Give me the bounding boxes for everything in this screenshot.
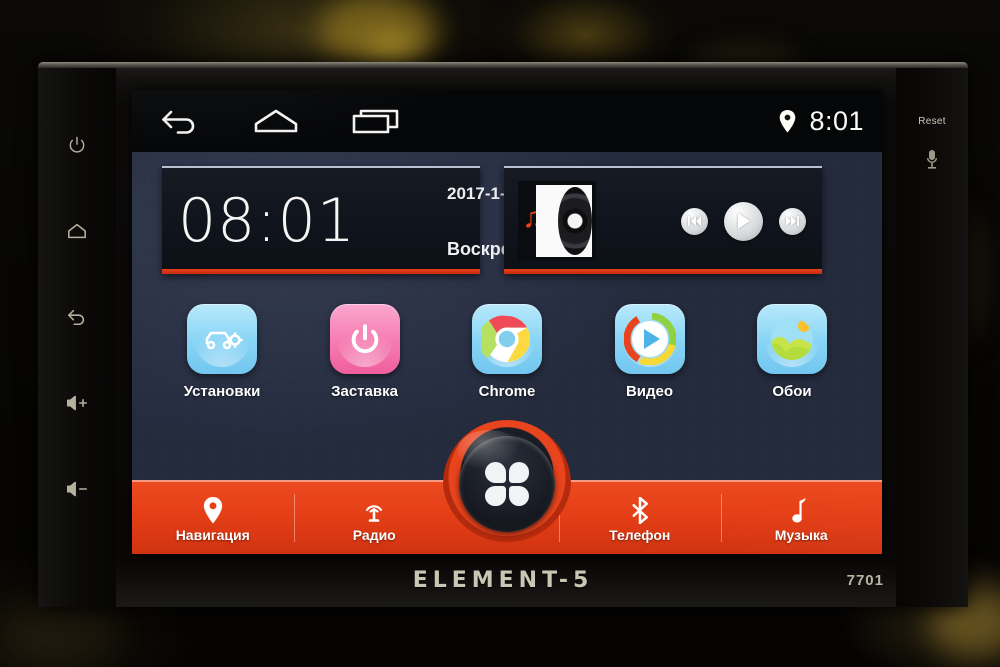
nav-recents-button[interactable] [350,105,402,137]
app-wallpaper[interactable]: Обои [740,304,844,400]
clock-time: 08:01 [178,186,356,256]
music-note-icon [790,497,812,523]
dock-radio[interactable]: Радио [293,482,456,554]
playback-controls [681,201,812,241]
dock-phone[interactable]: Телефон [559,482,721,554]
status-bar-right: 8:01 [779,106,864,137]
location-pin-icon [202,496,224,524]
bottom-dock: Навигация Радио Телефон Музыка [132,420,883,554]
dock-label: Телефон [609,527,671,543]
hardware-key-column [38,68,116,607]
touchscreen[interactable]: 8:01 08:01 2017-1-1 Воскрес... ♫ Установ… [132,90,882,554]
photo-background: Reset 8:01 08:01 2017-1-1 Воскрес... ♫ У… [0,0,1000,667]
album-disc [536,185,592,257]
nav-home-button[interactable] [250,105,302,137]
app-drawer-flower-icon [485,462,529,506]
car-settings-icon[interactable] [187,304,257,374]
radio-tower-icon [361,497,387,523]
back-key[interactable] [60,302,94,332]
status-clock: 8:01 [809,105,864,136]
nav-back-button[interactable] [158,105,202,137]
model-number: 7701 [846,572,884,589]
previous-track-button[interactable] [681,207,708,235]
navigation-bar [158,105,402,137]
head-unit-body: Reset 8:01 08:01 2017-1-1 Воскрес... ♫ У… [38,62,968,607]
music-player-widget[interactable]: ♫ [504,166,822,274]
app-screensaver[interactable]: Заставка [313,304,417,400]
bluetooth-icon [629,496,651,524]
next-track-button[interactable] [779,207,806,235]
status-bar: 8:01 [132,90,882,152]
app-chrome[interactable]: Chrome [455,304,559,400]
app-settings[interactable]: Установки [170,304,274,400]
app-label: Заставка [331,383,398,400]
power-key[interactable] [60,130,94,160]
home-screen: 08:01 2017-1-1 Воскрес... ♫ Установки За… [132,152,882,554]
microphone-icon[interactable] [924,149,940,174]
dock-label: Радио [352,527,396,543]
app-label: Установки [183,383,261,400]
right-bezel: Reset [896,68,968,607]
reset-label[interactable]: Reset [918,116,946,127]
app-label: Видео [625,383,674,400]
wallpaper-icon[interactable] [757,304,827,374]
volume-down-key[interactable] [60,474,94,504]
location-pin-icon [779,109,796,133]
chrome-icon[interactable] [472,304,542,374]
play-button[interactable] [724,201,763,241]
app-video[interactable]: Видео [598,304,702,400]
brand-badge: ELEMENT-5 [412,568,594,593]
app-label: Обои [772,383,812,400]
video-play-icon[interactable] [614,304,685,374]
dock-navigation[interactable]: Навигация [132,482,294,554]
power-icon[interactable] [329,304,400,374]
clock-widget[interactable]: 08:01 2017-1-1 Воскрес... [162,166,536,274]
dock-music[interactable]: Музыка [720,482,883,554]
disc-grooves [558,187,592,255]
bokeh-light [0,600,120,667]
dock-label: Музыка [774,527,828,543]
home-key[interactable] [60,216,94,246]
app-grid: Установки Заставка Chrome Видео Обои [132,274,882,400]
dock-label: Навигация [175,527,250,543]
volume-up-key[interactable] [60,388,94,418]
all-apps-button[interactable] [443,420,571,548]
bokeh-light [318,0,438,70]
app-label: Chrome [478,383,536,400]
widget-row: 08:01 2017-1-1 Воскрес... ♫ [132,152,882,274]
music-disc-icon: ♫ [518,181,596,261]
